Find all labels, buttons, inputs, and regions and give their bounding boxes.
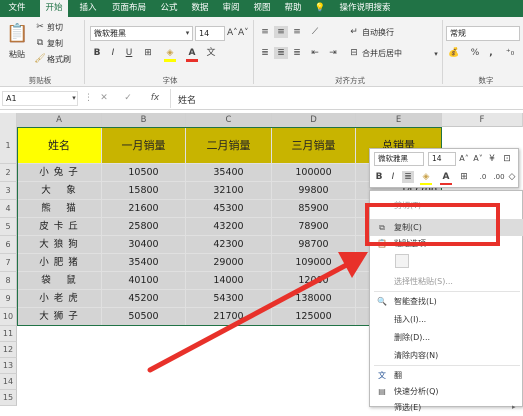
arrow-shaft <box>147 259 355 373</box>
annotation-arrow <box>147 252 368 373</box>
